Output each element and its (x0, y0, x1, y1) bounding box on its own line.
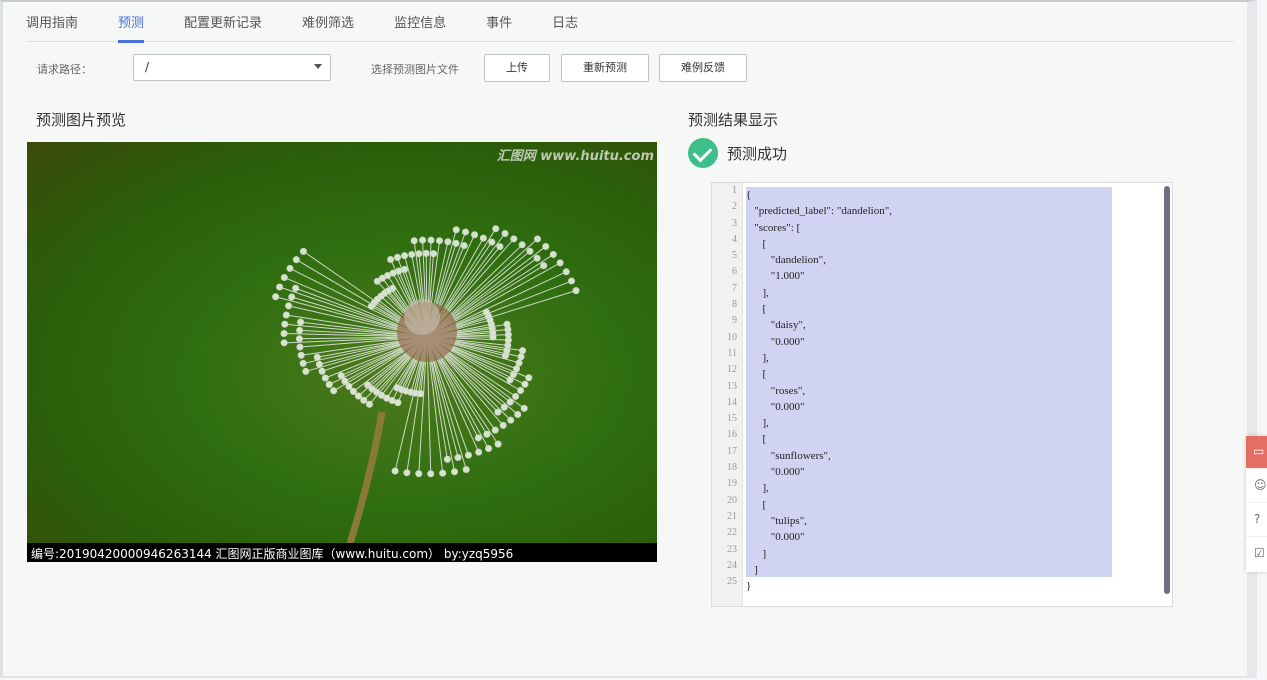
side-toolbar: ▭ ☺ ? ☑ (1246, 436, 1267, 572)
line-number: 3 (732, 217, 737, 229)
chevron-down-icon (314, 64, 322, 69)
tab-2[interactable]: 配置更新记录 (184, 0, 262, 42)
result-title: 预测结果显示 (688, 111, 779, 129)
code-line: "dandelion", (746, 254, 826, 267)
line-number: 16 (727, 429, 737, 441)
line-number: 5 (732, 250, 737, 262)
code-line: "0.000" (746, 400, 805, 413)
help-icon[interactable]: ? (1246, 503, 1267, 537)
code-line: } (746, 580, 752, 593)
line-number: 15 (727, 413, 737, 425)
line-number: 25 (727, 576, 737, 588)
code-line: "scores": [ (746, 221, 801, 234)
path-value: / (145, 60, 150, 74)
watermark: 汇图网 www.huitu.com (496, 149, 654, 164)
line-number: 22 (727, 527, 737, 539)
scrollbar[interactable] (1164, 186, 1170, 594)
tab-0[interactable]: 调用指南 (26, 0, 78, 42)
code-line: ], (746, 286, 769, 299)
tab-5[interactable]: 事件 (486, 0, 512, 42)
tab-3[interactable]: 难例筛选 (302, 0, 354, 42)
code-line: "1.000" (746, 270, 805, 283)
code-line: [ (746, 237, 767, 250)
file-label: 选择预测图片文件 (371, 63, 459, 76)
json-editor[interactable]: 1 2 3 4 5 6 7 8 9 10 11 12 13 14 15 16 17 18 19 20 21 22 23 24 2… (711, 182, 1173, 607)
line-number: 9 (732, 315, 737, 327)
code-line: "tulips", (746, 514, 807, 527)
code-line: "sunflowers", (746, 449, 831, 462)
code-line: ], (746, 351, 769, 364)
tab-1[interactable]: 预测 (118, 0, 145, 43)
line-number: 19 (727, 478, 737, 490)
line-number: 10 (727, 331, 737, 343)
line-number: 2 (732, 201, 737, 213)
line-number: 24 (727, 559, 737, 571)
line-number: 17 (727, 445, 737, 457)
code-line: [ (746, 368, 767, 381)
tab-4[interactable]: 监控信息 (394, 0, 446, 42)
status-text: 预测成功 (727, 145, 788, 163)
code-line: "0.000" (746, 466, 805, 479)
feedback-button[interactable]: 难例反馈 (659, 54, 747, 82)
line-number: 1 (732, 185, 737, 196)
code-line: "0.000" (746, 531, 805, 544)
line-number: 18 (727, 462, 737, 474)
code-line: "predicted_label": "dandelion", (746, 205, 892, 218)
edit-icon[interactable]: ☑ (1246, 537, 1267, 571)
code-line: { (746, 189, 752, 201)
code-line: ], (746, 482, 769, 495)
code-line: [ (746, 433, 767, 446)
upload-button[interactable]: 上传 (484, 54, 550, 82)
image-caption: 编号:20190420000946263144 汇图网正版商业图库（www.hu… (27, 543, 657, 562)
line-number: 13 (727, 380, 737, 392)
code-line: "roses", (746, 384, 806, 397)
chat-icon[interactable]: ▭ (1246, 436, 1267, 469)
code-line: ] (746, 563, 758, 576)
tab-6[interactable]: 日志 (552, 0, 578, 42)
line-number: 14 (727, 396, 737, 408)
code-line: "0.000" (746, 335, 805, 348)
path-select[interactable]: / (133, 54, 331, 81)
line-number: 4 (732, 233, 737, 245)
line-numbers: 1 2 3 4 5 6 7 8 9 10 11 12 13 14 15 16 17 18 19 20 21 22 23 24 2… (712, 183, 743, 606)
line-number: 12 (727, 364, 737, 376)
code-line: [ (746, 498, 767, 511)
code-area[interactable]: { "predicted_label": "dandelion", "score… (746, 187, 1112, 594)
preview-image: 汇图网 www.huitu.com 编号:2019042000094626314… (27, 142, 657, 562)
check-icon (688, 138, 718, 168)
line-number: 21 (727, 510, 737, 522)
line-number: 6 (732, 266, 737, 278)
line-number: 8 (732, 299, 737, 311)
code-line: [ (746, 303, 767, 316)
code-line: ] (746, 547, 767, 560)
line-number: 11 (727, 347, 737, 359)
code-line: ], (746, 417, 769, 430)
line-number: 7 (732, 282, 737, 294)
repredict-button[interactable]: 重新预测 (561, 54, 649, 82)
tab-bar: 调用指南 预测 配置更新记录 难例筛选 监控信息 事件 日志 (26, 0, 1234, 43)
smile-icon[interactable]: ☺ (1246, 469, 1267, 503)
dandelion-image (272, 225, 580, 549)
path-label: 请求路径： (37, 63, 92, 76)
line-number: 23 (727, 543, 737, 555)
line-number: 20 (727, 494, 737, 506)
preview-title: 预测图片预览 (36, 111, 127, 129)
code-line: "daisy", (746, 319, 806, 332)
